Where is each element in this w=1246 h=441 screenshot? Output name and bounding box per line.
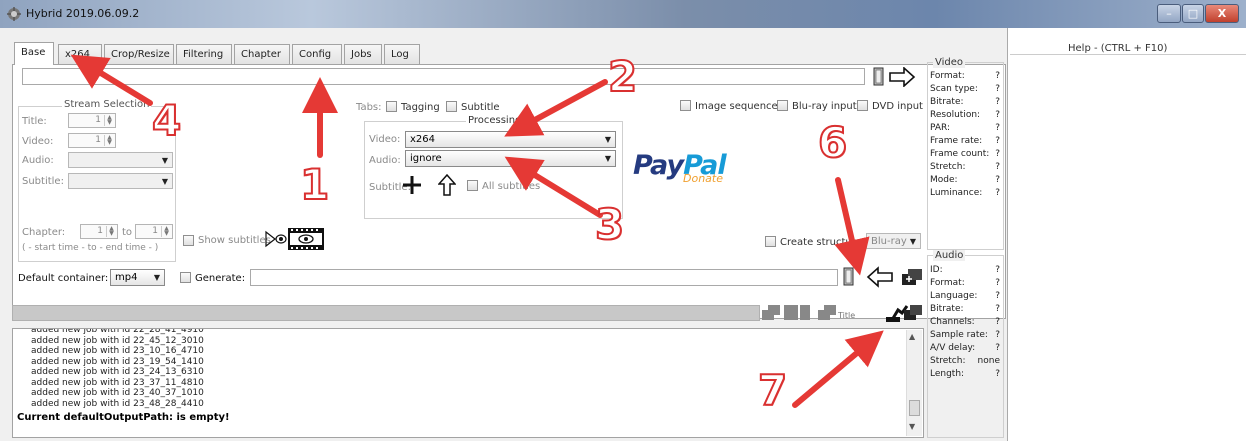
arrow-6 xyxy=(834,177,870,276)
tab-base[interactable]: Base xyxy=(14,42,54,65)
annotation-1: 1 xyxy=(299,159,330,210)
arrow-3 xyxy=(504,156,603,218)
arrow-7 xyxy=(792,330,884,408)
annotation-6: 6 xyxy=(817,117,848,168)
arrow-4 xyxy=(70,54,153,106)
arrow-2 xyxy=(504,79,608,137)
annotation-2: 2 xyxy=(607,51,638,102)
annotation-4: 4 xyxy=(151,95,182,146)
annotation-7: 7 xyxy=(757,365,788,416)
annotation-3: 3 xyxy=(594,199,625,250)
